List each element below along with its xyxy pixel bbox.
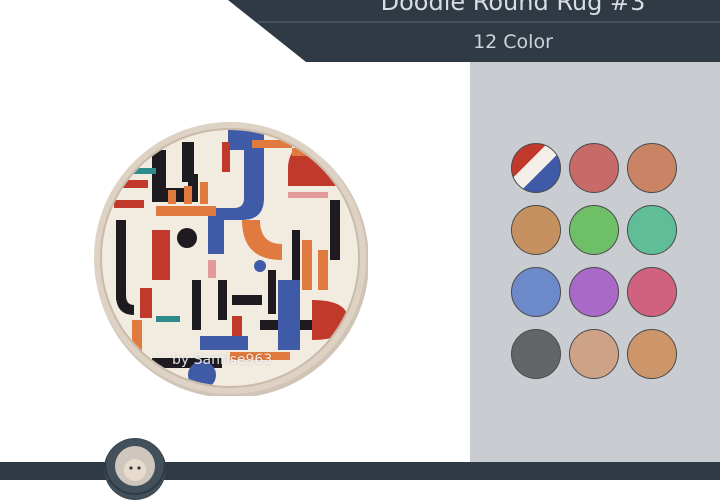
page-title: Doodle Round Rug #3	[380, 0, 646, 16]
avatar	[104, 438, 166, 500]
swatch-gray[interactable]	[511, 329, 561, 379]
swatch-purple[interactable]	[569, 267, 619, 317]
swatch-pink[interactable]	[627, 267, 677, 317]
swatch-blue[interactable]	[511, 267, 561, 317]
color-count-label: 12 Color	[473, 31, 553, 53]
watermark-text: by Sanrise963	[172, 352, 273, 368]
swatch-multicolor[interactable]	[511, 143, 561, 193]
swatch-red[interactable]	[569, 143, 619, 193]
swatch-terracotta[interactable]	[627, 143, 677, 193]
swatch-teal[interactable]	[627, 205, 677, 255]
swatch-tan[interactable]	[511, 205, 561, 255]
swatch-caramel[interactable]	[627, 329, 677, 379]
swatch-green[interactable]	[569, 205, 619, 255]
avatar-image	[104, 438, 166, 499]
swatch-panel	[470, 62, 720, 462]
header-banner: Doodle Round Rug #3 12 Color	[0, 0, 720, 62]
swatch-beige[interactable]	[569, 329, 619, 379]
